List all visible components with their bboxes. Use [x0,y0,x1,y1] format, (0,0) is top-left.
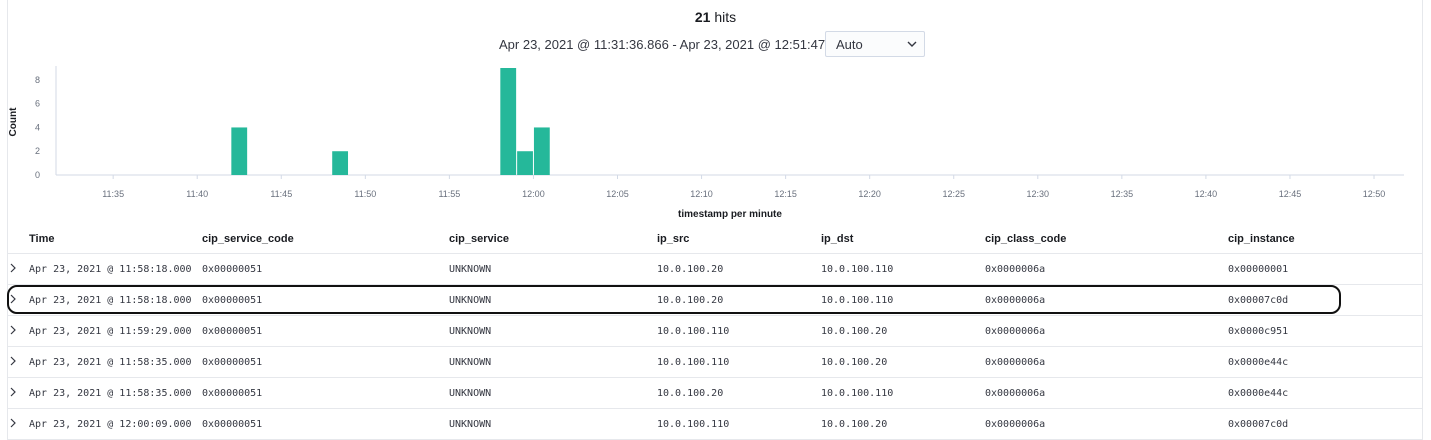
cell-ip-src: 10.0.100.20 [657,388,724,399]
cell-ip-dst: 10.0.100.110 [821,264,894,275]
cell-ip-src: 10.0.100.110 [657,419,730,430]
x-tick-label: 12:20 [858,189,881,199]
cell-cip-class-code: 0x0000006a [985,264,1046,275]
column-header-ip-dst[interactable]: ip_dst [821,233,853,245]
x-tick-label: 11:35 [102,189,124,199]
cell-ip-src: 10.0.100.20 [657,264,724,275]
table-row[interactable]: Apr 23, 2021 @ 11:58:18.000 0x00000051 UNK… [0,285,1431,316]
cell-cip-service-code: 0x00000051 [202,264,263,275]
table-row[interactable]: Apr 23, 2021 @ 11:59:29.000 0x00000051 UNK… [0,316,1431,347]
table-row[interactable]: Apr 23, 2021 @ 11:58:35.000 0x00000051 UNK… [0,378,1431,409]
histogram-bar [500,68,517,175]
x-tick-label: 11:40 [186,189,208,199]
cell-ip-dst: 10.0.100.20 [821,326,888,337]
column-header-cip-service[interactable]: cip_service [449,233,509,245]
histogram-bar [517,151,533,175]
x-tick-label: 11:45 [270,189,292,199]
interval-value: Auto [836,37,863,52]
cell-time: Apr 23, 2021 @ 12:00:09.000 [29,419,192,430]
chevron-right-icon[interactable] [8,262,18,274]
cell-cip-service-code: 0x00000051 [202,388,263,399]
hits-count: 21 [694,9,711,25]
cell-cip-service-code: 0x00000051 [202,419,263,430]
column-header-time[interactable]: Time [29,233,54,245]
cell-ip-dst: 10.0.100.20 [821,357,888,368]
histogram-chart: 0 2 4 6 8 11:35 11:40 11:45 11:50 11:55 12:00 12:05… [8,66,1404,220]
cell-ip-dst: 10.0.100.110 [821,295,894,306]
cell-cip-service: UNKNOWN [449,264,492,275]
y-axis-title: Count [8,107,19,137]
cell-time: Apr 23, 2021 @ 11:58:35.000 [29,388,192,399]
cell-cip-class-code: 0x0000006a [985,326,1046,337]
chevron-right-icon[interactable] [8,355,18,367]
cell-cip-service: UNKNOWN [449,357,492,368]
table-row[interactable]: Apr 23, 2021 @ 11:58:18.000 0x00000051 UNK… [0,254,1431,285]
cell-cip-class-code: 0x0000006a [985,419,1046,430]
time-range-row: Apr 23, 2021 @ 11:31:36.866 - Apr 23, 20… [0,31,1431,59]
histogram-bar [332,151,349,175]
x-tick-label: 12:40 [1195,189,1218,199]
chevron-right-icon[interactable] [8,293,18,305]
y-tick-label: 2 [35,146,40,156]
interval-select[interactable]: Auto [825,31,925,57]
chevron-right-icon[interactable] [8,417,18,429]
cell-cip-instance: 0x00007c0d [1228,419,1289,430]
cell-cip-class-code: 0x0000006a [985,388,1046,399]
time-range-text: Apr 23, 2021 @ 11:31:36.866 - Apr 23, 20… [499,37,851,52]
cell-cip-service: UNKNOWN [449,388,492,399]
cell-cip-instance: 0x00007c0d [1228,295,1289,306]
x-tick-label: 11:50 [354,189,376,199]
x-axis-title: timestamp per minute [678,209,782,220]
column-header-ip-src[interactable]: ip_src [657,233,689,245]
cell-cip-service: UNKNOWN [449,419,492,430]
x-tick-label: 12:05 [606,189,629,199]
chevron-right-icon[interactable] [8,324,18,336]
cell-time: Apr 23, 2021 @ 11:58:35.000 [29,357,192,368]
cell-time: Apr 23, 2021 @ 11:58:18.000 [29,264,192,275]
cell-cip-class-code: 0x0000006a [985,357,1046,368]
hits-label: hits [714,9,737,25]
cell-cip-service-code: 0x00000051 [202,326,263,337]
x-tick-label: 12:10 [690,189,713,199]
cell-cip-service: UNKNOWN [449,295,492,306]
x-tick-label: 12:50 [1363,189,1386,199]
x-tick-label: 12:15 [774,189,797,199]
cell-ip-dst: 10.0.100.110 [821,388,894,399]
x-tick-label: 11:55 [438,189,460,199]
column-header-cip-class-code[interactable]: cip_class_code [985,233,1066,245]
cell-time: Apr 23, 2021 @ 11:58:18.000 [29,295,192,306]
x-tick-label: 12:00 [522,189,545,199]
cell-cip-instance: 0x0000e44c [1228,388,1289,399]
x-tick-label: 12:25 [942,189,965,199]
cell-cip-service: UNKNOWN [449,326,492,337]
cell-cip-instance: 0x00000001 [1228,264,1289,275]
table-row[interactable]: Apr 23, 2021 @ 11:58:35.000 0x00000051 UNK… [0,347,1431,378]
cell-cip-service-code: 0x00000051 [202,295,263,306]
x-tick-label: 12:45 [1279,189,1302,199]
cell-ip-src: 10.0.100.110 [657,357,730,368]
x-tick-label: 12:35 [1111,189,1134,199]
cell-time: Apr 23, 2021 @ 11:59:29.000 [29,326,192,337]
chevron-right-icon[interactable] [8,386,18,398]
column-header-cip-instance[interactable]: cip_instance [1228,233,1295,245]
x-tick-label: 12:30 [1027,189,1050,199]
cell-cip-service-code: 0x00000051 [202,357,263,368]
cell-cip-instance: 0x0000e44c [1228,357,1289,368]
y-tick-label: 6 [35,99,40,109]
cell-ip-src: 10.0.100.20 [657,295,724,306]
y-tick-label: 4 [35,122,40,132]
cell-cip-instance: 0x0000c951 [1228,326,1289,337]
hits-summary: 21 hits [0,9,1431,25]
cell-cip-class-code: 0x0000006a [985,295,1046,306]
histogram-bar [231,127,248,175]
chevron-down-icon [907,41,917,47]
cell-ip-src: 10.0.100.110 [657,326,730,337]
y-tick-label: 8 [35,75,40,85]
y-tick-label: 0 [35,170,40,180]
histogram-bar [533,127,550,175]
table-row[interactable]: Apr 23, 2021 @ 12:00:09.000 0x00000051 UNK… [0,409,1431,440]
column-header-cip-service-code[interactable]: cip_service_code [202,233,294,245]
cell-ip-dst: 10.0.100.20 [821,419,888,430]
